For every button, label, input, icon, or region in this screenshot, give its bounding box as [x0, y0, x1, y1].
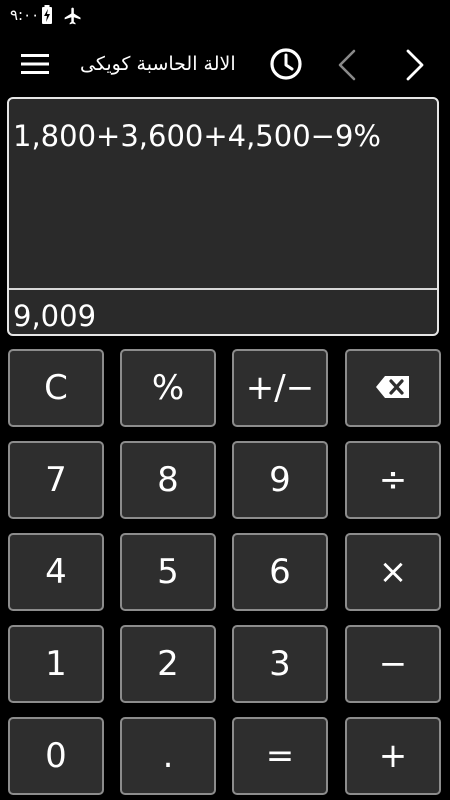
key-label: 0 — [45, 736, 67, 776]
airplane-mode-icon — [63, 6, 83, 30]
key-label: ÷ — [378, 460, 408, 500]
backspace-icon — [375, 371, 411, 405]
expression-text: 1,800+3,600+4,500−9% — [13, 119, 381, 153]
app-title: الالة الحاسبة كويكى — [80, 53, 236, 75]
key-label: % — [151, 368, 185, 408]
equals-key[interactable]: = — [232, 717, 328, 795]
key-label: 3 — [269, 644, 291, 684]
clear-key[interactable]: C — [8, 349, 104, 427]
plus-key[interactable]: + — [345, 717, 441, 795]
battery-charging-icon — [41, 5, 53, 29]
digit-9-key[interactable]: 9 — [232, 441, 328, 519]
key-label: 4 — [45, 552, 67, 592]
divide-key[interactable]: ÷ — [345, 441, 441, 519]
backspace-key[interactable] — [345, 349, 441, 427]
key-label: × — [378, 552, 408, 592]
chevron-left-icon[interactable] — [330, 44, 364, 86]
status-time: ٩:٠٠ — [10, 6, 40, 24]
chevron-right-icon[interactable] — [398, 44, 432, 86]
key-label: 7 — [45, 460, 67, 500]
digit-8-key[interactable]: 8 — [120, 441, 216, 519]
key-label: 5 — [157, 552, 179, 592]
key-label: = — [265, 736, 295, 776]
key-label: 6 — [269, 552, 291, 592]
digit-5-key[interactable]: 5 — [120, 533, 216, 611]
result-text: 9,009 — [13, 299, 97, 333]
digit-4-key[interactable]: 4 — [8, 533, 104, 611]
digit-7-key[interactable]: 7 — [8, 441, 104, 519]
key-label: 9 — [269, 460, 291, 500]
key-label: 2 — [157, 644, 179, 684]
key-label: 8 — [157, 460, 179, 500]
digit-6-key[interactable]: 6 — [232, 533, 328, 611]
key-label: C — [44, 368, 68, 408]
display-divider — [9, 288, 437, 290]
menu-icon[interactable] — [15, 46, 55, 82]
digit-2-key[interactable]: 2 — [120, 625, 216, 703]
digit-1-key[interactable]: 1 — [8, 625, 104, 703]
percent-key[interactable]: % — [120, 349, 216, 427]
digit-3-key[interactable]: 3 — [232, 625, 328, 703]
key-label: − — [378, 644, 408, 684]
decimal-point-key[interactable]: . — [120, 717, 216, 795]
digit-0-key[interactable]: 0 — [8, 717, 104, 795]
key-label: + — [378, 736, 408, 776]
minus-key[interactable]: − — [345, 625, 441, 703]
multiply-key[interactable]: × — [345, 533, 441, 611]
status-bar: ٩:٠٠ — [0, 0, 450, 32]
key-label: +/− — [245, 368, 315, 408]
key-label: 1 — [45, 644, 67, 684]
history-clock-icon[interactable] — [264, 43, 308, 85]
key-label: . — [162, 736, 174, 776]
plus-minus-key[interactable]: +/− — [232, 349, 328, 427]
calculator-display: 1,800+3,600+4,500−9% 9,009 — [7, 97, 439, 336]
